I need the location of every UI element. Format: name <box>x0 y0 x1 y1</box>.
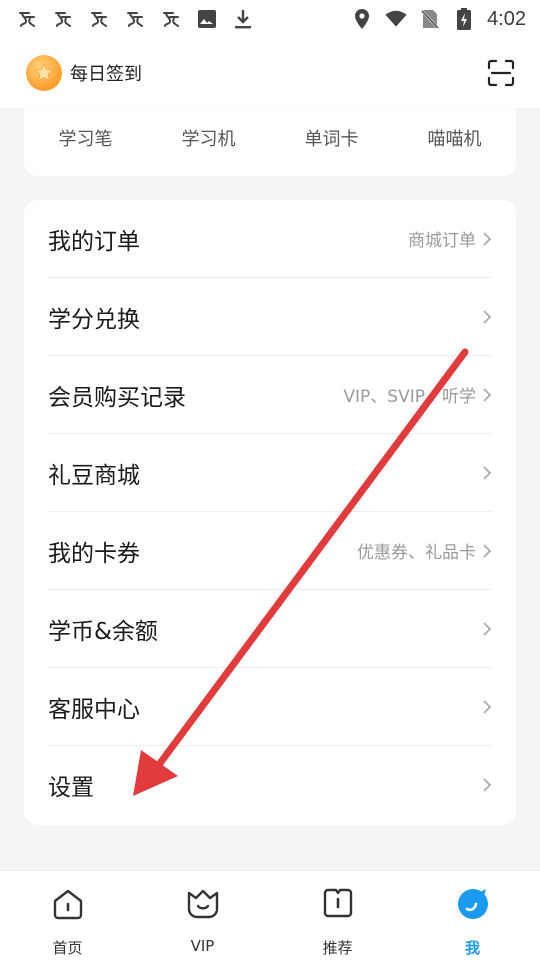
menu-item-right: VIP、SVIP、听学 <box>343 382 492 407</box>
chevron-right-icon <box>483 621 492 636</box>
chevron-right-icon <box>483 778 492 792</box>
chevron-right-icon <box>483 387 492 402</box>
app-notification-icon <box>160 8 182 30</box>
vip-crown-icon <box>184 885 222 923</box>
menu-item-my-orders[interactable]: 我的订单 商城订单 <box>48 200 492 278</box>
home-icon <box>49 885 87 923</box>
menu-item-membership-history[interactable]: 会员购买记录 VIP、SVIP、听学 <box>48 356 492 434</box>
menu-item-label: 会员购买记录 <box>48 384 186 411</box>
chevron-right-icon <box>483 231 492 246</box>
nav-label: 推荐 <box>322 939 353 957</box>
app-notification-icon <box>16 8 38 30</box>
scan-button[interactable] <box>486 58 516 88</box>
chevron-right-icon <box>483 699 492 714</box>
menu-item-label: 礼豆商城 <box>48 462 140 489</box>
menu-item-right <box>476 621 492 637</box>
menu-item-hint: VIP、SVIP、听学 <box>343 387 476 407</box>
menu-item-hint: 商城订单 <box>408 231 476 251</box>
no-sim-icon <box>419 8 441 30</box>
chevron-right-icon <box>483 465 492 480</box>
menu-item-settings[interactable]: 设置 <box>48 746 492 824</box>
recommend-book-icon <box>319 885 357 923</box>
location-icon <box>351 8 373 30</box>
app-notification-icon <box>52 8 74 30</box>
menu-item-libean-mall[interactable]: 礼豆商城 <box>48 434 492 512</box>
menu-item-right: 商城订单 <box>408 226 492 251</box>
header: 每日签到 <box>0 38 540 108</box>
battery-charging-icon <box>453 8 475 30</box>
menu-item-customer-service[interactable]: 客服中心 <box>48 668 492 746</box>
nav-label: VIP <box>190 937 215 955</box>
menu-item-right <box>476 699 492 715</box>
menu-item-label: 客服中心 <box>48 696 140 723</box>
clock: 4:02 <box>487 7 526 30</box>
menu-item-my-coupons[interactable]: 我的卡券 优惠券、礼品卡 <box>48 512 492 590</box>
menu-item-right: 优惠券、礼品卡 <box>357 538 492 563</box>
nav-label: 我 <box>464 939 480 957</box>
menu-item-label: 学币&余额 <box>48 618 158 645</box>
nav-tab-me[interactable]: 我 <box>405 871 540 960</box>
nav-label: 首页 <box>52 939 83 957</box>
menu-item-label: 我的订单 <box>48 228 140 255</box>
menu-item-label: 我的卡券 <box>48 540 140 567</box>
status-bar: 4:02 <box>0 0 540 38</box>
status-right-icons: 4:02 <box>351 8 526 31</box>
menu-card: 我的订单 商城订单 学分兑换 会员购买记录 VIP、SVIP、听学 礼豆商城 我… <box>24 200 516 825</box>
product-category-card: 学习笔 学习机 单词卡 喵喵机 <box>24 108 516 176</box>
menu-item-label: 学分兑换 <box>48 306 140 333</box>
nav-tab-recommend[interactable]: 推荐 <box>270 871 405 960</box>
app-notification-icon <box>88 8 110 30</box>
bottom-nav: 首页 VIP 推荐 我 <box>0 870 540 960</box>
profile-icon <box>454 885 492 923</box>
menu-item-right <box>476 309 492 325</box>
menu-item-coins-balance[interactable]: 学币&余额 <box>48 590 492 668</box>
menu-item-right <box>476 465 492 481</box>
menu-item-label: 设置 <box>48 775 94 801</box>
status-left-icons <box>16 8 254 30</box>
category-learning-machine[interactable]: 学习机 <box>147 125 270 159</box>
category-meow-printer[interactable]: 喵喵机 <box>393 125 516 159</box>
image-icon <box>196 8 218 30</box>
scan-icon <box>487 59 515 87</box>
app-notification-icon <box>124 8 146 30</box>
menu-item-hint: 优惠券、礼品卡 <box>357 543 476 563</box>
chevron-right-icon <box>483 543 492 558</box>
chevron-right-icon <box>483 309 492 324</box>
signin-label: 每日签到 <box>70 64 142 85</box>
category-learning-pen[interactable]: 学习笔 <box>24 125 147 159</box>
daily-signin-button[interactable]: 每日签到 <box>26 55 142 91</box>
signin-star-icon <box>26 55 62 91</box>
category-word-cards[interactable]: 单词卡 <box>270 125 393 159</box>
menu-item-right <box>476 777 492 793</box>
download-icon <box>232 8 254 30</box>
nav-tab-home[interactable]: 首页 <box>0 871 135 960</box>
wifi-icon <box>385 8 407 30</box>
nav-tab-vip[interactable]: VIP <box>135 871 270 960</box>
menu-item-credit-exchange[interactable]: 学分兑换 <box>48 278 492 356</box>
